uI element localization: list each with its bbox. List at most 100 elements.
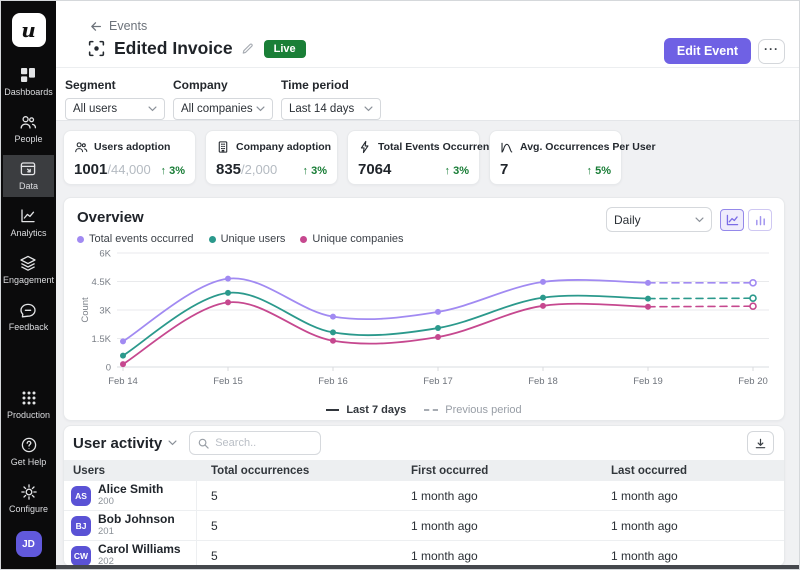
company-select[interactable]: All companies bbox=[173, 98, 273, 120]
up-arrow-icon: ↑ bbox=[161, 165, 167, 177]
chevron-down-icon bbox=[168, 440, 177, 446]
user-cell: BJBob Johnson201 bbox=[64, 511, 197, 540]
stat-label: Total Events Occurrence bbox=[378, 141, 501, 153]
granularity-select[interactable]: Daily bbox=[606, 207, 712, 232]
up-arrow-icon: ↑ bbox=[445, 165, 451, 177]
legend-current-period: Last 7 days bbox=[326, 404, 406, 416]
cell-first-occurred: 1 month ago bbox=[397, 549, 597, 563]
sidebar-item-dashboards[interactable]: Dashboards bbox=[3, 61, 54, 103]
select-value: All users bbox=[73, 103, 117, 115]
table-row[interactable]: CWCarol Williams20251 month ago1 month a… bbox=[64, 541, 784, 567]
sidebar-nav: Dashboards People Data Analytics Engagement F… bbox=[3, 61, 54, 343]
more-options-button[interactable]: ··· bbox=[758, 39, 785, 64]
overview-card: Overview Total events occurredUnique use… bbox=[63, 197, 785, 421]
sidebar-item-get-help[interactable]: Get Help bbox=[7, 431, 50, 473]
sidebar-item-label: Feedback bbox=[9, 322, 49, 332]
svg-text:0: 0 bbox=[106, 363, 111, 374]
chevron-down-icon bbox=[364, 106, 373, 112]
legend-current-label: Last 7 days bbox=[346, 404, 406, 416]
sidebar-item-production[interactable]: Production bbox=[7, 384, 50, 426]
table-row[interactable]: BJBob Johnson20151 month ago1 month ago bbox=[64, 511, 784, 541]
cell-first-occurred: 1 month ago bbox=[397, 519, 597, 533]
page-header: Events Edited Invoice Live Edit Event ··… bbox=[56, 1, 799, 121]
user-id: 201 bbox=[98, 527, 175, 538]
analytics-icon bbox=[19, 207, 37, 225]
user-avatar[interactable]: JD bbox=[16, 531, 42, 557]
sidebar-item-engagement[interactable]: Engagement bbox=[3, 249, 54, 291]
stat-value: 7 bbox=[500, 161, 508, 178]
stat-change: ↑ 3% bbox=[161, 165, 185, 177]
legend-item-unique-users: Unique users bbox=[209, 233, 286, 245]
time-period-select[interactable]: Last 14 days bbox=[281, 98, 381, 120]
engagement-icon bbox=[19, 254, 37, 272]
feedback-icon bbox=[19, 301, 37, 319]
user-name-block: Carol Williams202 bbox=[98, 543, 181, 567]
stat-change-pct: 3% bbox=[169, 165, 185, 177]
legend-dot bbox=[77, 236, 84, 243]
sidebar-item-data[interactable]: Data bbox=[3, 155, 54, 197]
stat-value-row: 835/2,000↑ 3% bbox=[216, 161, 327, 178]
cell-first-occurred: 1 month ago bbox=[397, 489, 597, 503]
page-title: Edited Invoice bbox=[114, 38, 233, 59]
edit-event-button[interactable]: Edit Event bbox=[664, 38, 751, 64]
svg-text:Feb 18: Feb 18 bbox=[528, 376, 558, 387]
user-name: Alice Smith bbox=[98, 483, 163, 497]
building-icon bbox=[216, 140, 230, 154]
sidebar-item-people[interactable]: People bbox=[3, 108, 54, 150]
stat-card-head: Company adoption bbox=[216, 140, 327, 154]
chevron-down-icon bbox=[148, 106, 157, 112]
legend-dot bbox=[209, 236, 216, 243]
granularity-value: Daily bbox=[614, 213, 641, 227]
stat-card-avg-occurrences-per-user: Avg. Occurrences Per User7↑ 5% bbox=[489, 130, 622, 185]
up-arrow-icon: ↑ bbox=[303, 165, 309, 177]
stat-label: Avg. Occurrences Per User bbox=[520, 141, 656, 153]
svg-text:4.5K: 4.5K bbox=[91, 277, 111, 288]
sidebar-item-analytics[interactable]: Analytics bbox=[3, 202, 54, 244]
user-activity-title[interactable]: User activity bbox=[73, 435, 177, 452]
sidebar-item-feedback[interactable]: Feedback bbox=[3, 296, 54, 338]
stat-value: 1001 bbox=[74, 161, 107, 178]
search-input[interactable] bbox=[215, 437, 312, 449]
download-icon bbox=[754, 437, 767, 450]
edit-title-pencil-icon[interactable] bbox=[241, 42, 254, 55]
bar-chart-toggle[interactable] bbox=[748, 209, 772, 231]
column-header-total-occurrences: Total occurrences bbox=[197, 465, 397, 477]
avatar: CW bbox=[71, 546, 91, 566]
header-actions: Edit Event ··· bbox=[664, 38, 785, 64]
main-content: Events Edited Invoice Live Edit Event ··… bbox=[56, 1, 799, 569]
dashboards-icon bbox=[19, 66, 37, 84]
chart-type-toggle bbox=[720, 209, 772, 231]
legend-previous-period: Previous period bbox=[424, 404, 521, 416]
sidebar-item-configure[interactable]: Configure bbox=[7, 478, 50, 520]
select-value: Last 14 days bbox=[289, 103, 354, 115]
column-header-last-occurred: Last occurred bbox=[597, 465, 784, 477]
line-chart-toggle[interactable] bbox=[720, 209, 744, 231]
breadcrumb[interactable]: Events bbox=[89, 19, 147, 33]
event-icon bbox=[87, 39, 106, 58]
breadcrumb-label: Events bbox=[109, 19, 147, 33]
user-name-block: Bob Johnson201 bbox=[98, 513, 175, 538]
stat-value: 835 bbox=[216, 161, 241, 178]
filter-segment: SegmentAll users bbox=[65, 78, 165, 120]
stat-change: ↑ 3% bbox=[303, 165, 327, 177]
svg-text:Feb 14: Feb 14 bbox=[108, 376, 138, 387]
legend-previous-label: Previous period bbox=[445, 404, 521, 416]
legend-dot bbox=[300, 236, 307, 243]
stat-label: Company adoption bbox=[236, 141, 331, 153]
column-header-users: Users bbox=[64, 465, 197, 477]
filter-label: Company bbox=[173, 78, 273, 92]
select-value: All companies bbox=[181, 103, 253, 115]
download-button[interactable] bbox=[747, 431, 774, 455]
dashed-line-sample bbox=[424, 409, 438, 411]
table-row[interactable]: ASAlice Smith20051 month ago1 month ago bbox=[64, 481, 784, 511]
table-body: ASAlice Smith20051 month ago1 month agoB… bbox=[64, 481, 784, 567]
segment-select[interactable]: All users bbox=[65, 98, 165, 120]
lightning-icon bbox=[358, 140, 372, 154]
data-icon bbox=[19, 160, 37, 178]
app-logo[interactable]: u bbox=[12, 13, 46, 47]
cell-last-occurred: 1 month ago bbox=[597, 489, 784, 503]
legend-item-unique-companies: Unique companies bbox=[300, 233, 403, 245]
sidebar-nav-bottom: Production Get Help Configure bbox=[7, 384, 50, 525]
search-box bbox=[189, 431, 321, 455]
back-arrow-icon bbox=[89, 20, 102, 33]
